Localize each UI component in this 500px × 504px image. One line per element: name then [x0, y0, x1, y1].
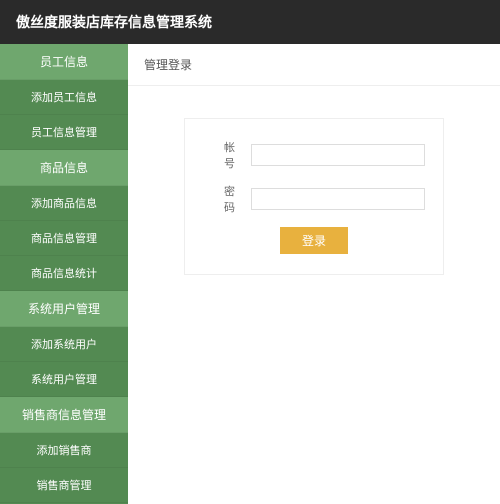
sidebar-item-manage-sysuser[interactable]: 系统用户管理: [0, 362, 128, 397]
button-row: 登录: [203, 227, 425, 254]
account-input[interactable]: [251, 144, 425, 166]
password-input[interactable]: [251, 188, 425, 210]
sidebar-group-product[interactable]: 商品信息: [0, 150, 128, 186]
sidebar-item-manage-product[interactable]: 商品信息管理: [0, 221, 128, 256]
main-content: 管理登录 帐 号 密 码 登录: [128, 44, 500, 504]
sidebar-group-employee[interactable]: 员工信息: [0, 44, 128, 80]
app-header: 傲丝度服装店库存信息管理系统: [0, 0, 500, 44]
form-row-account: 帐 号: [203, 139, 425, 171]
sidebar: 员工信息 添加员工信息 员工信息管理 商品信息 添加商品信息 商品信息管理 商品…: [0, 44, 128, 504]
panel-title: 管理登录: [128, 44, 500, 86]
form-row-password: 密 码: [203, 183, 425, 215]
login-form: 帐 号 密 码 登录: [184, 118, 444, 275]
account-label: 帐 号: [203, 139, 251, 171]
main-container: 员工信息 添加员工信息 员工信息管理 商品信息 添加商品信息 商品信息管理 商品…: [0, 44, 500, 504]
sidebar-item-manage-employee[interactable]: 员工信息管理: [0, 115, 128, 150]
login-button[interactable]: 登录: [280, 227, 348, 254]
sidebar-item-manage-vendor[interactable]: 销售商管理: [0, 468, 128, 503]
sidebar-item-add-sysuser[interactable]: 添加系统用户: [0, 327, 128, 362]
sidebar-group-vendor[interactable]: 销售商信息管理: [0, 397, 128, 433]
sidebar-item-add-employee[interactable]: 添加员工信息: [0, 80, 128, 115]
password-label: 密 码: [203, 183, 251, 215]
app-title: 傲丝度服装店库存信息管理系统: [16, 14, 212, 30]
sidebar-item-stats-product[interactable]: 商品信息统计: [0, 256, 128, 291]
sidebar-item-add-product[interactable]: 添加商品信息: [0, 186, 128, 221]
sidebar-item-add-vendor[interactable]: 添加销售商: [0, 433, 128, 468]
sidebar-group-sysuser[interactable]: 系统用户管理: [0, 291, 128, 327]
